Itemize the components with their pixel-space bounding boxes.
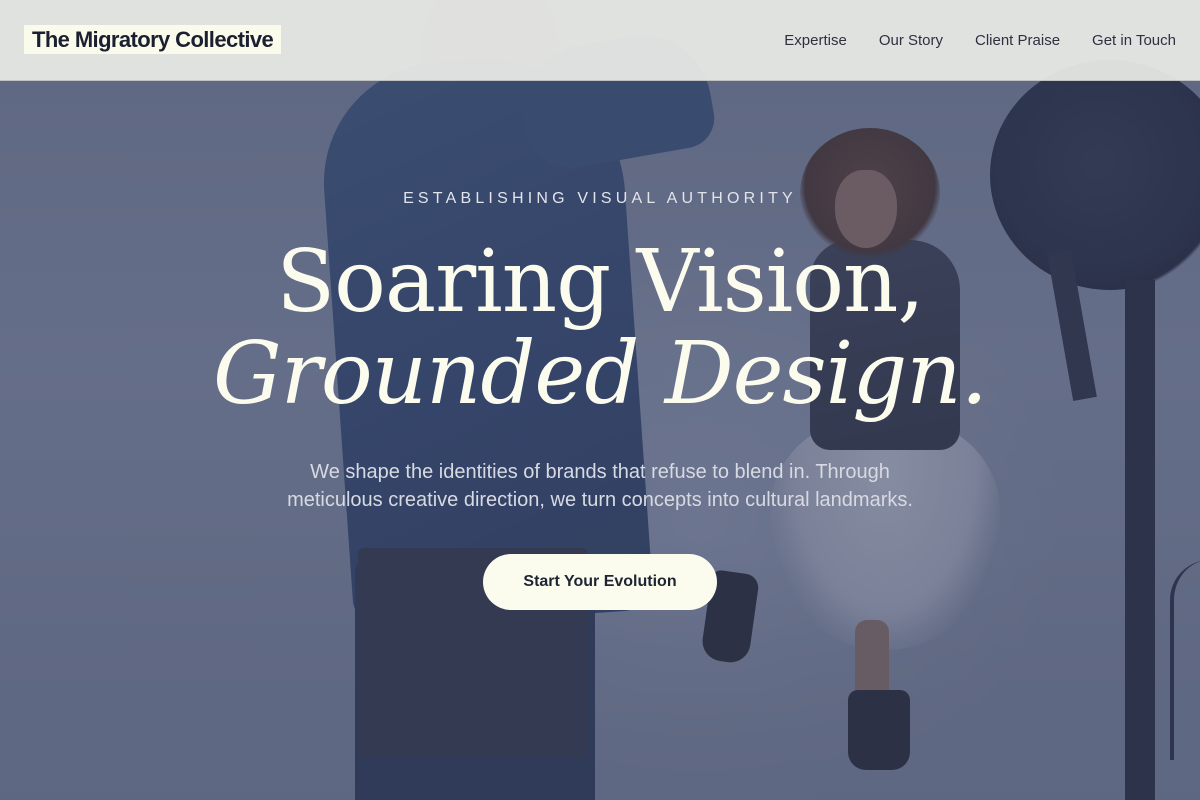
- nav-link-client-praise[interactable]: Client Praise: [975, 32, 1060, 49]
- hero-headline: Soaring Vision, Grounded Design.: [0, 236, 1200, 420]
- nav-link-get-in-touch[interactable]: Get in Touch: [1092, 32, 1176, 49]
- navbar: The Migratory Collective Expertise Our S…: [0, 0, 1200, 81]
- headline-line-1: Soaring Vision,: [276, 232, 925, 332]
- nav-link-expertise[interactable]: Expertise: [784, 32, 847, 49]
- hero-section: ESTABLISHING VISUAL AUTHORITY Soaring Vi…: [0, 0, 1200, 800]
- start-evolution-button[interactable]: Start Your Evolution: [483, 554, 717, 610]
- site-logo[interactable]: The Migratory Collective: [24, 25, 282, 54]
- headline-line-2: Grounded Design.: [213, 324, 988, 424]
- landing-page: The Migratory Collective Expertise Our S…: [0, 0, 1200, 800]
- hero-subtext: We shape the identities of brands that r…: [287, 461, 913, 511]
- nav-link-our-story[interactable]: Our Story: [879, 32, 943, 49]
- nav-links: Expertise Our Story Client Praise Get in…: [784, 0, 1176, 80]
- hero-eyebrow: ESTABLISHING VISUAL AUTHORITY: [403, 190, 797, 207]
